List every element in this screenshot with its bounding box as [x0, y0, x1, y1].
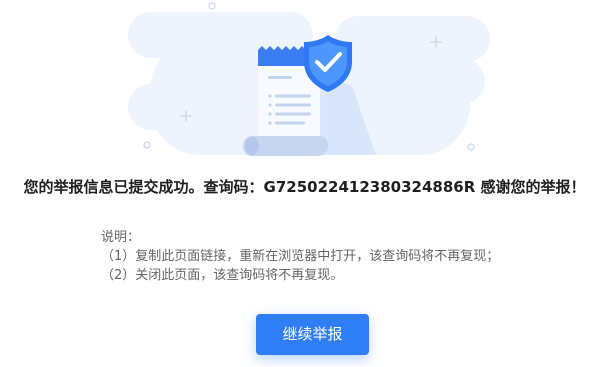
cloud-left-lobe — [128, 84, 238, 130]
success-message-prefix: 您的举报信息已提交成功。查询码： — [23, 178, 264, 196]
success-message: 您的举报信息已提交成功。查询码：G725022412380324886R 感谢您… — [0, 177, 609, 197]
document-bullet — [268, 103, 272, 107]
report-success-page: 您的举报信息已提交成功。查询码：G725022412380324886R 感谢您… — [0, 0, 609, 367]
success-message-suffix: 感谢您的举报！ — [475, 178, 586, 196]
notes-item: （2）关闭此页面，该查询码将不再复现。 — [101, 268, 344, 283]
circle-dot-bottom-left — [143, 141, 151, 149]
notes-block: 说明： （1）复制此页面链接，重新在浏览器中打开，该查询码将不再复现； （2）关… — [101, 228, 499, 285]
document-line — [275, 103, 311, 107]
continue-report-button[interactable]: 继续举报 — [256, 314, 369, 355]
document-line — [275, 121, 305, 125]
document-bullet — [268, 112, 272, 116]
circle-dot-bottom-right — [467, 143, 475, 151]
circle-dot-top — [208, 2, 216, 10]
notes-title: 说明： — [101, 230, 141, 245]
notes-item: （1）复制此页面链接，重新在浏览器中打开，该查询码将不再复现； — [101, 249, 500, 264]
document-bullet — [268, 121, 272, 125]
document-line-heading — [268, 76, 292, 79]
cloud-right-lobe — [390, 58, 485, 104]
document-bullet — [268, 94, 272, 98]
success-illustration — [128, 2, 490, 156]
document-roll-end — [245, 137, 259, 155]
document-line — [275, 94, 311, 98]
document-line — [275, 112, 311, 116]
query-code: G725022412380324886R — [263, 178, 476, 196]
